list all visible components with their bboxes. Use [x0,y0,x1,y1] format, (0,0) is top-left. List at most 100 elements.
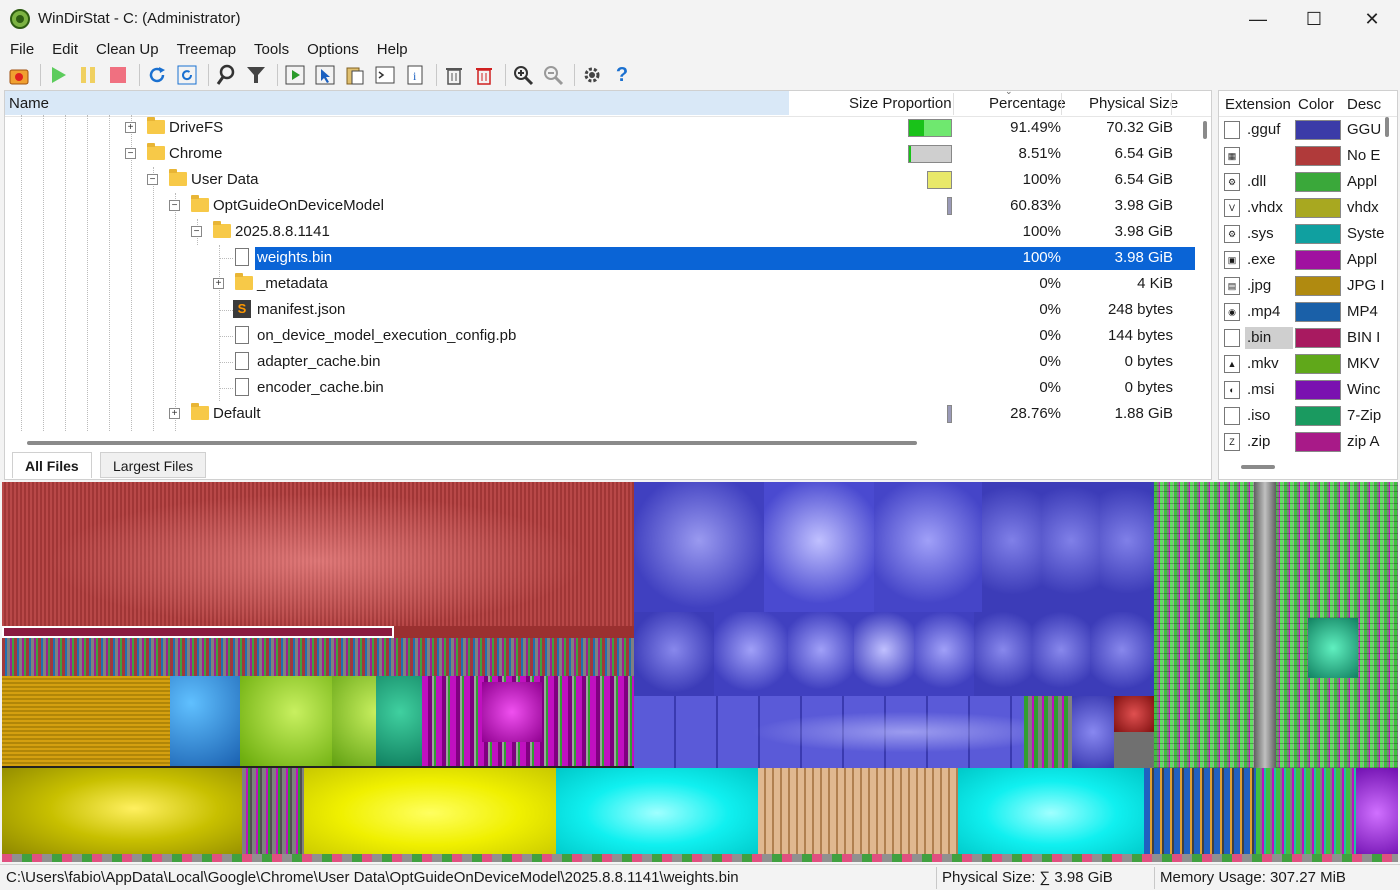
menu-options[interactable]: Options [307,41,359,58]
tab-all-files[interactable]: All Files [12,452,92,478]
help-icon[interactable]: ? [609,62,635,88]
treemap-block[interactable] [556,768,758,858]
tree-row[interactable]: + DriveFS 91.49% 70.32 GiB [5,115,1195,141]
extension-row[interactable]: ◐ .msi Winc [1219,377,1397,403]
treemap-block[interactable] [2,638,634,676]
treemap-block[interactable] [974,612,1032,696]
treemap-block[interactable] [1256,768,1356,858]
refresh-all-icon[interactable] [174,62,200,88]
delete-permanent-icon[interactable] [471,62,497,88]
tree-row[interactable]: encoder_cache.bin 0% 0 bytes [5,375,1195,401]
treemap-block[interactable] [758,768,958,858]
tree-row[interactable]: on_device_model_execution_config.pb 0% 1… [5,323,1195,349]
extension-row[interactable]: ▣ .exe Appl [1219,247,1397,273]
treemap-block[interactable] [1032,612,1090,696]
play-icon[interactable] [45,62,71,88]
treemap-block[interactable] [634,612,714,696]
menu-file[interactable]: File [10,41,34,58]
treemap-block[interactable] [1072,696,1114,768]
treemap-block[interactable] [874,482,982,612]
tree-row[interactable]: − 2025.8.8.1141 100% 3.98 GiB [5,219,1195,245]
column-size-proportion[interactable]: Size Proportion [849,91,952,117]
extension-row[interactable]: ▦ No E [1219,143,1397,169]
extension-row[interactable]: ◉ .mp4 MP4 [1219,299,1397,325]
treemap-block[interactable] [982,482,1042,612]
column-extension[interactable]: Extension [1225,96,1291,113]
treemap-view[interactable] [2,482,1398,862]
treemap-block[interactable] [242,768,304,858]
menu-help[interactable]: Help [377,41,408,58]
tree-horizontal-scrollbar[interactable] [27,441,917,445]
extension-row[interactable]: ▤ .jpg JPG I [1219,273,1397,299]
gear-icon[interactable] [579,62,605,88]
maximize-button[interactable]: ☐ [1286,0,1342,38]
treemap-block[interactable] [1308,618,1358,678]
extension-vertical-scrollbar[interactable] [1385,117,1389,137]
collapse-icon[interactable]: − [147,174,158,185]
extension-row[interactable]: V .vhdx vhdx [1219,195,1397,221]
treemap-block[interactable] [1024,696,1072,768]
extension-row[interactable]: .gguf GGU [1219,117,1397,143]
zoom-in-icon[interactable] [510,62,536,88]
menu-treemap[interactable]: Treemap [177,41,236,58]
treemap-block[interactable] [2,676,170,766]
treemap-block[interactable] [1254,482,1276,768]
treemap-block[interactable] [714,612,788,696]
copy-path-icon[interactable] [342,62,368,88]
treemap-block[interactable] [170,676,240,766]
open-item-icon[interactable] [282,62,308,88]
windirstat-app-icon[interactable] [10,9,30,29]
treemap-block[interactable] [1356,768,1398,858]
treemap-block[interactable] [958,768,1144,858]
treemap-block[interactable] [854,612,914,696]
column-name[interactable]: Name [9,91,49,117]
treemap-block[interactable] [2,768,242,858]
select-icon[interactable] [312,62,338,88]
treemap-block[interactable] [1090,612,1154,696]
treemap-block[interactable] [1042,482,1100,612]
column-color[interactable]: Color [1298,96,1334,113]
tree-vertical-scrollbar[interactable] [1203,121,1207,139]
extension-row[interactable]: ⚙ .sys Syste [1219,221,1397,247]
extension-row[interactable]: .iso 7-Zip [1219,403,1397,429]
treemap-block[interactable] [304,768,556,858]
extension-row[interactable]: ▲ .mkv MKV [1219,351,1397,377]
column-divider[interactable] [1171,93,1172,115]
treemap-block[interactable] [1144,768,1256,858]
tree-row[interactable]: − Chrome 8.51% 6.54 GiB [5,141,1195,167]
delete-recycle-icon[interactable] [441,62,467,88]
treemap-block[interactable] [394,626,634,638]
open-drive-icon[interactable] [6,62,32,88]
stop-icon[interactable] [105,62,131,88]
treemap-selected-weights-bin[interactable] [2,626,394,638]
extension-row[interactable]: ⚙ .dll Appl [1219,169,1397,195]
tree-row[interactable]: S manifest.json 0% 248 bytes [5,297,1195,323]
tree-row[interactable]: + _metadata 0% 4 KiB [5,271,1195,297]
tab-largest-files[interactable]: Largest Files [100,452,207,478]
treemap-block[interactable] [1100,482,1154,612]
menu-clean-up[interactable]: Clean Up [96,41,159,58]
tree-row-selected[interactable]: weights.bin 100% 3.98 GiB [5,245,1195,271]
collapse-icon[interactable]: − [169,200,180,211]
tree-row[interactable]: − OptGuideOnDeviceModel 60.83% 3.98 GiB [5,193,1195,219]
column-description[interactable]: Desc [1347,96,1381,113]
expand-icon[interactable]: + [213,278,224,289]
tree-row[interactable]: + Default 28.76% 1.88 GiB [5,401,1195,427]
collapse-icon[interactable]: − [191,226,202,237]
expand-icon[interactable]: + [125,122,136,133]
search-icon[interactable] [213,62,239,88]
menu-edit[interactable]: Edit [52,41,78,58]
tree-row[interactable]: adapter_cache.bin 0% 0 bytes [5,349,1195,375]
treemap-block[interactable] [634,482,764,612]
collapse-icon[interactable]: − [125,148,136,159]
close-button[interactable]: ✕ [1344,0,1400,38]
treemap-block[interactable] [482,682,542,742]
refresh-icon[interactable] [144,62,170,88]
column-divider[interactable] [1061,93,1062,115]
treemap-block[interactable] [788,612,854,696]
tree-row[interactable]: − User Data 100% 6.54 GiB [5,167,1195,193]
extension-row[interactable]: Z .zip zip A [1219,429,1397,455]
minimize-button[interactable]: — [1230,0,1286,38]
column-physical-size[interactable]: Physical Size [1089,91,1178,117]
menu-tools[interactable]: Tools [254,41,289,58]
